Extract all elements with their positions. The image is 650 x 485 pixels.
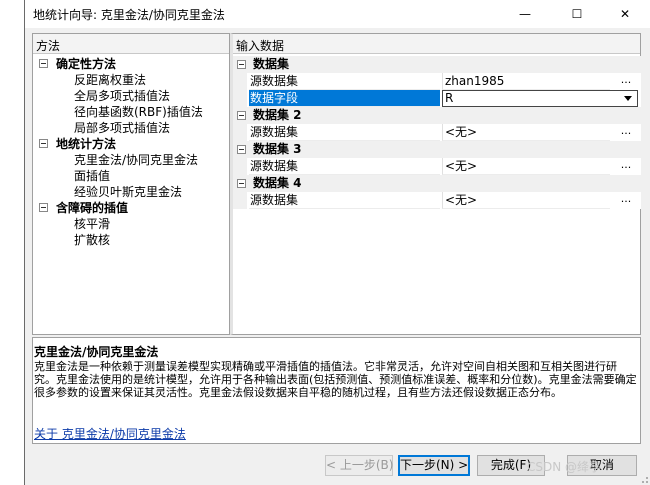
tree-item-ebk[interactable]: 经验贝叶斯克里金法	[74, 184, 182, 200]
input-data-header: 输入数据	[233, 34, 640, 54]
section-label: 数据集 2	[253, 108, 302, 122]
section-label: 数据集 3	[253, 142, 302, 156]
maximize-icon: ☐	[571, 7, 583, 21]
resize-grip-icon[interactable]	[637, 472, 649, 484]
back-button[interactable]: < 上一步(B)	[325, 455, 393, 476]
row-gutter	[233, 192, 247, 209]
prop-value[interactable]: <无>	[442, 158, 610, 175]
row-gutter	[233, 158, 247, 175]
tree-item-kriging[interactable]: 克里金法/协同克里金法	[74, 152, 199, 168]
wizard-window: 地统计向导: 克里金法/协同克里金法 — ☐ ✕ 方法 确定性方法 反距离权重法…	[24, 0, 650, 485]
section-dataset-3[interactable]: 数据集 3	[233, 141, 641, 158]
browse-button[interactable]: ...	[615, 158, 637, 175]
section-label: 数据集	[253, 57, 290, 71]
title-bar: 地统计向导: 克里金法/协同克里金法 — ☐ ✕	[25, 0, 650, 28]
browse-button[interactable]: ...	[615, 124, 637, 141]
tree-item-diffusion-kernel[interactable]: 扩散核	[74, 232, 110, 248]
prop-value[interactable]: <无>	[442, 192, 610, 209]
collapse-icon[interactable]	[237, 179, 246, 188]
section-dataset-4[interactable]: 数据集 4	[233, 175, 641, 192]
collapse-icon[interactable]	[39, 203, 48, 212]
watermark: CSDN @绛亭	[527, 460, 602, 474]
tree-group-label: 含障碍的插值	[56, 201, 129, 215]
tree-item-kernel-smoothing[interactable]: 核平滑	[74, 216, 110, 232]
prop-name: 数据字段	[249, 90, 440, 107]
close-button[interactable]: ✕	[603, 0, 647, 28]
tree-group-deterministic[interactable]: 确定性方法	[33, 56, 229, 72]
close-icon: ✕	[619, 7, 631, 21]
prop-row-source-dataset-3[interactable]: 源数据集 <无> ...	[233, 158, 641, 175]
row-gutter	[233, 90, 247, 107]
prop-name: 源数据集	[249, 158, 440, 175]
prop-row-source-dataset-1[interactable]: 源数据集 zhan1985 ...	[233, 73, 641, 90]
section-dataset-2[interactable]: 数据集 2	[233, 107, 641, 124]
about-method-link[interactable]: 关于 克里金法/协同克里金法	[34, 425, 186, 442]
section-label: 数据集 4	[253, 176, 302, 190]
tree-group-label: 地统计方法	[56, 137, 117, 151]
browse-button[interactable]: ...	[615, 73, 637, 90]
tree-group-geostatistical[interactable]: 地统计方法	[33, 136, 229, 152]
description-title: 克里金法/协同克里金法	[34, 345, 159, 359]
prop-name: 源数据集	[249, 192, 440, 209]
description-text: 克里金法是一种依赖于测量误差模型实现精确或平滑插值的插值法。它非常灵活，允许对空…	[34, 360, 637, 399]
next-button[interactable]: 下一步(N) >	[398, 455, 470, 476]
chevron-down-icon[interactable]	[621, 91, 635, 106]
minimize-button[interactable]: —	[503, 0, 547, 28]
collapse-icon[interactable]	[39, 139, 48, 148]
prop-name: 源数据集	[249, 73, 440, 90]
browse-button[interactable]: ...	[615, 192, 637, 209]
collapse-icon[interactable]	[237, 145, 246, 154]
tree-group-barriers[interactable]: 含障碍的插值	[33, 200, 229, 216]
tree-item-idw[interactable]: 反距离权重法	[74, 72, 146, 88]
prop-row-source-dataset-4[interactable]: 源数据集 <无> ...	[233, 192, 641, 209]
data-field-select[interactable]: R	[442, 90, 638, 107]
description-panel: 克里金法/协同克里金法 克里金法是一种依赖于测量误差模型实现精确或平滑插值的插值…	[32, 337, 641, 444]
collapse-icon[interactable]	[39, 59, 48, 68]
prop-value[interactable]: zhan1985	[442, 73, 610, 90]
tree-group-label: 确定性方法	[56, 57, 117, 71]
maximize-button[interactable]: ☐	[555, 0, 599, 28]
methods-header: 方法	[33, 34, 229, 54]
minimize-icon: —	[519, 7, 531, 21]
row-gutter	[233, 73, 247, 90]
prop-row-data-field[interactable]: 数据字段 R	[233, 90, 641, 107]
prop-name: 源数据集	[249, 124, 440, 141]
window-title: 地统计向导: 克里金法/协同克里金法	[33, 8, 225, 22]
row-gutter	[233, 124, 247, 141]
collapse-icon[interactable]	[237, 60, 246, 69]
collapse-icon[interactable]	[237, 111, 246, 120]
input-data-pane: 输入数据 数据集 源数据集 zhan1985 ... 数据字段 R 数据集 2 …	[230, 33, 641, 335]
tree-item-local-polynomial[interactable]: 局部多项式插值法	[74, 120, 170, 136]
tree-item-global-polynomial[interactable]: 全局多项式插值法	[74, 88, 170, 104]
tree-item-areal-interpolation[interactable]: 面插值	[74, 168, 110, 184]
prop-value[interactable]: <无>	[442, 124, 610, 141]
methods-pane: 方法 确定性方法 反距离权重法 全局多项式插值法 径向基函数(RBF)插值法 局…	[32, 33, 230, 335]
prop-row-source-dataset-2[interactable]: 源数据集 <无> ...	[233, 124, 641, 141]
tree-item-rbf[interactable]: 径向基函数(RBF)插值法	[74, 104, 203, 120]
section-dataset-1[interactable]: 数据集	[233, 56, 641, 73]
